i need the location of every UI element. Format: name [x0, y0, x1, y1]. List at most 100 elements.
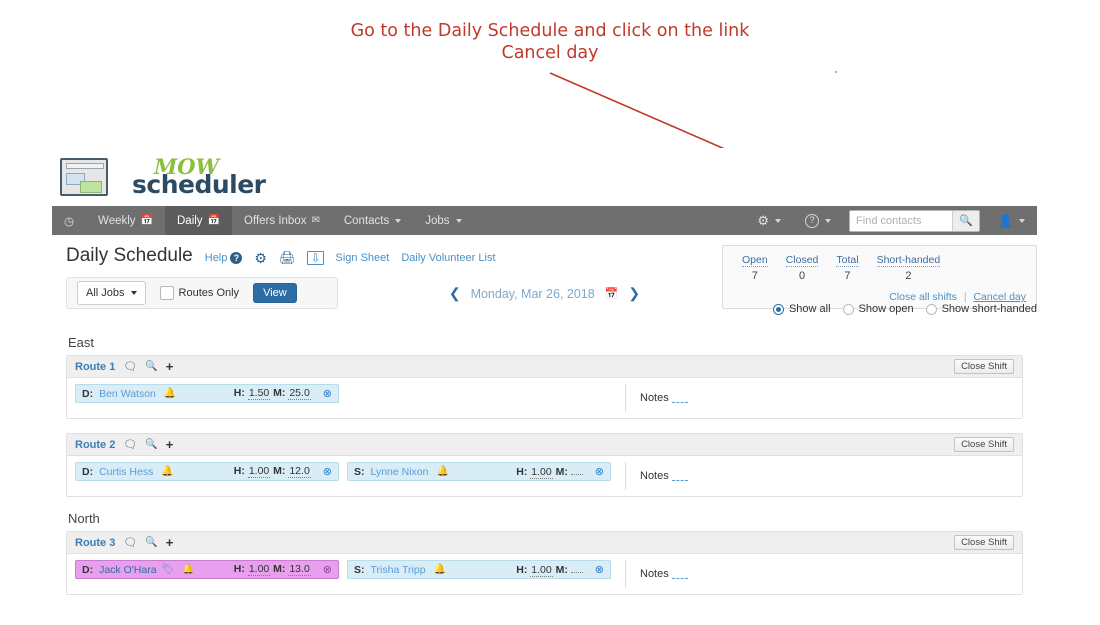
shift-miles-value[interactable]: 12.0	[288, 465, 311, 478]
close-shift-button[interactable]: Close Shift	[954, 437, 1014, 452]
notes-value[interactable]	[671, 393, 688, 403]
route-header: Route 3 🗨 🔍 + Close Shift	[67, 532, 1022, 554]
shift-role-label: D:	[82, 465, 94, 478]
stat-total-label[interactable]: Total	[836, 254, 859, 267]
shift-hours-value[interactable]: 1.50	[247, 387, 271, 400]
comment-flag-icon[interactable]: 🗨	[123, 360, 137, 373]
settings-icon-button[interactable]: ⚙	[254, 250, 267, 267]
shift-slot[interactable]: D: Jack O'Hara 🏷 🔔 H: 1.00 M: 13.0 ⊗	[75, 560, 339, 579]
nav-item-daily[interactable]: Daily 📅	[165, 206, 233, 235]
stat-open-value: 7	[751, 270, 758, 282]
export-icon-button[interactable]: ⇩	[307, 251, 324, 265]
route-name-link[interactable]: Route 3	[75, 537, 115, 549]
shift-slot[interactable]: S: Lynne Nixon 🔔 H: 1.00 M: ⊗	[347, 462, 611, 481]
nav-item-offers-inbox[interactable]: Offers Inbox ✉	[232, 206, 332, 235]
comment-flag-icon[interactable]: 🗨	[123, 536, 137, 549]
bell-icon[interactable]: 🔔	[436, 466, 448, 477]
notes-cell[interactable]: Notes	[625, 384, 1022, 412]
add-shift-icon[interactable]: +	[166, 438, 174, 451]
close-shift-button[interactable]: Close Shift	[954, 359, 1014, 374]
bell-icon[interactable]: 🔔	[161, 466, 173, 477]
shift-slot[interactable]: D: Curtis Hess 🔔 H: 1.00 M: 12.0 ⊗	[75, 462, 339, 481]
route-card: Route 3 🗨 🔍 + Close Shift D: Jack O'Hara 🏷 🔔 H: 1…	[66, 531, 1023, 595]
radio-show-open-input[interactable]	[842, 303, 854, 315]
shift-hours-value[interactable]: 1.00	[247, 563, 271, 576]
nav-help-menu[interactable]: ?	[793, 206, 843, 235]
radio-show-short-handed[interactable]: Show short-handed	[925, 303, 1037, 315]
logo-wordmark: MOW scheduler	[114, 154, 294, 199]
shift-hours-value[interactable]: 1.00	[530, 465, 553, 479]
nav-home-button[interactable]: ◷	[52, 206, 86, 235]
route-name-link[interactable]: Route 1	[75, 361, 115, 373]
radio-show-all[interactable]: Show all	[772, 303, 831, 315]
magnifier-icon[interactable]: 🔍	[145, 361, 157, 372]
shift-person-link[interactable]: Jack O'Hara	[99, 564, 156, 576]
shift-hours-value[interactable]: 1.00	[247, 465, 271, 478]
shift-miles-value[interactable]	[570, 473, 583, 475]
inbox-icon: ✉	[311, 215, 320, 226]
search-button[interactable]: 🔍	[952, 210, 980, 231]
route-name-link[interactable]: Route 2	[75, 439, 115, 451]
nav-item-jobs[interactable]: Jobs	[413, 206, 473, 235]
remove-assignment-icon[interactable]: ⊗	[323, 465, 332, 478]
bell-icon[interactable]: 🔔	[182, 564, 194, 575]
shift-slot[interactable]: D: Ben Watson 🔔 H: 1.50 M: 25.0 ⊗	[75, 384, 339, 403]
nav-item-weekly[interactable]: Weekly 📅	[86, 206, 165, 235]
calendar-icon[interactable]: 📅	[605, 287, 619, 300]
nav-search-area: 🔍	[843, 206, 986, 235]
shift-hours-value[interactable]: 1.00	[530, 563, 553, 577]
shift-miles-value[interactable]: 25.0	[288, 387, 311, 400]
route-body: D: Jack O'Hara 🏷 🔔 H: 1.00 M: 13.0 ⊗ S: Trisha …	[67, 554, 1022, 594]
notes-cell[interactable]: Notes	[625, 462, 1022, 490]
shift-person-link[interactable]: Ben Watson	[99, 388, 156, 400]
radio-show-short-handed-input[interactable]	[925, 303, 937, 315]
nav-item-contacts[interactable]: Contacts	[332, 206, 413, 235]
close-shift-button[interactable]: Close Shift	[954, 535, 1014, 550]
add-shift-icon[interactable]: +	[166, 536, 174, 549]
shift-miles-value[interactable]: 13.0	[288, 563, 311, 576]
sign-sheet-link[interactable]: Sign Sheet	[336, 252, 390, 264]
stat-closed-label[interactable]: Closed	[785, 254, 819, 267]
shift-person-link[interactable]: Trisha Tripp	[371, 564, 426, 576]
mowscheduler-logo-icon	[60, 158, 108, 196]
notes-value[interactable]	[671, 471, 688, 481]
tag-icon[interactable]: 🏷	[162, 564, 175, 575]
group-name: East	[68, 335, 95, 350]
shift-hours-miles: H: 1.00 M:	[516, 563, 583, 577]
magnifier-icon[interactable]: 🔍	[145, 537, 157, 548]
shift-role-label: D:	[82, 563, 94, 576]
current-date-label[interactable]: Monday, Mar 26, 2018	[471, 287, 595, 301]
nav-user-menu[interactable]: 👤	[986, 206, 1037, 235]
remove-assignment-icon[interactable]: ⊗	[595, 563, 604, 576]
shift-slot[interactable]: S: Trisha Tripp 🔔 H: 1.00 M: ⊗	[347, 560, 611, 579]
help-label: Help	[204, 252, 228, 264]
help-link[interactable]: Help ?	[205, 252, 243, 264]
add-shift-icon[interactable]: +	[166, 360, 174, 373]
search-input[interactable]	[850, 210, 953, 231]
remove-assignment-icon[interactable]: ⊗	[323, 563, 332, 576]
daily-volunteer-list-link[interactable]: Daily Volunteer List	[401, 252, 495, 264]
printer-icon: 🖨	[278, 250, 296, 265]
shift-person-link[interactable]: Lynne Nixon	[371, 466, 429, 478]
bell-icon[interactable]: 🔔	[434, 564, 446, 575]
bell-icon[interactable]: 🔔	[164, 388, 176, 399]
shift-miles-value[interactable]	[570, 571, 583, 573]
radio-show-all-input[interactable]	[772, 303, 784, 315]
radio-show-open[interactable]: Show open	[842, 303, 914, 315]
prev-day-button[interactable]: ❮	[449, 285, 461, 302]
nav-settings-menu[interactable]: ⚙	[745, 206, 793, 235]
next-day-button[interactable]: ❯	[628, 285, 640, 302]
print-icon-button[interactable]: 🖨	[279, 250, 296, 266]
stat-open-label[interactable]: Open	[742, 254, 768, 267]
comment-flag-icon[interactable]: 🗨	[123, 438, 137, 451]
route-body: D: Ben Watson 🔔 H: 1.50 M: 25.0 ⊗ Notes	[67, 378, 1022, 418]
page-content: Daily Schedule Help ? ⚙ 🖨 ⇩ Sign Sheet D…	[52, 235, 1037, 625]
shift-hours-miles: H: 1.00 M: 12.0	[233, 465, 311, 478]
notes-cell[interactable]: Notes	[625, 560, 1022, 588]
remove-assignment-icon[interactable]: ⊗	[323, 387, 332, 400]
remove-assignment-icon[interactable]: ⊗	[595, 465, 604, 478]
stat-short-handed-label[interactable]: Short-handed	[876, 254, 941, 267]
magnifier-icon[interactable]: 🔍	[145, 439, 157, 450]
shift-person-link[interactable]: Curtis Hess	[99, 466, 153, 478]
notes-value[interactable]	[671, 569, 688, 579]
